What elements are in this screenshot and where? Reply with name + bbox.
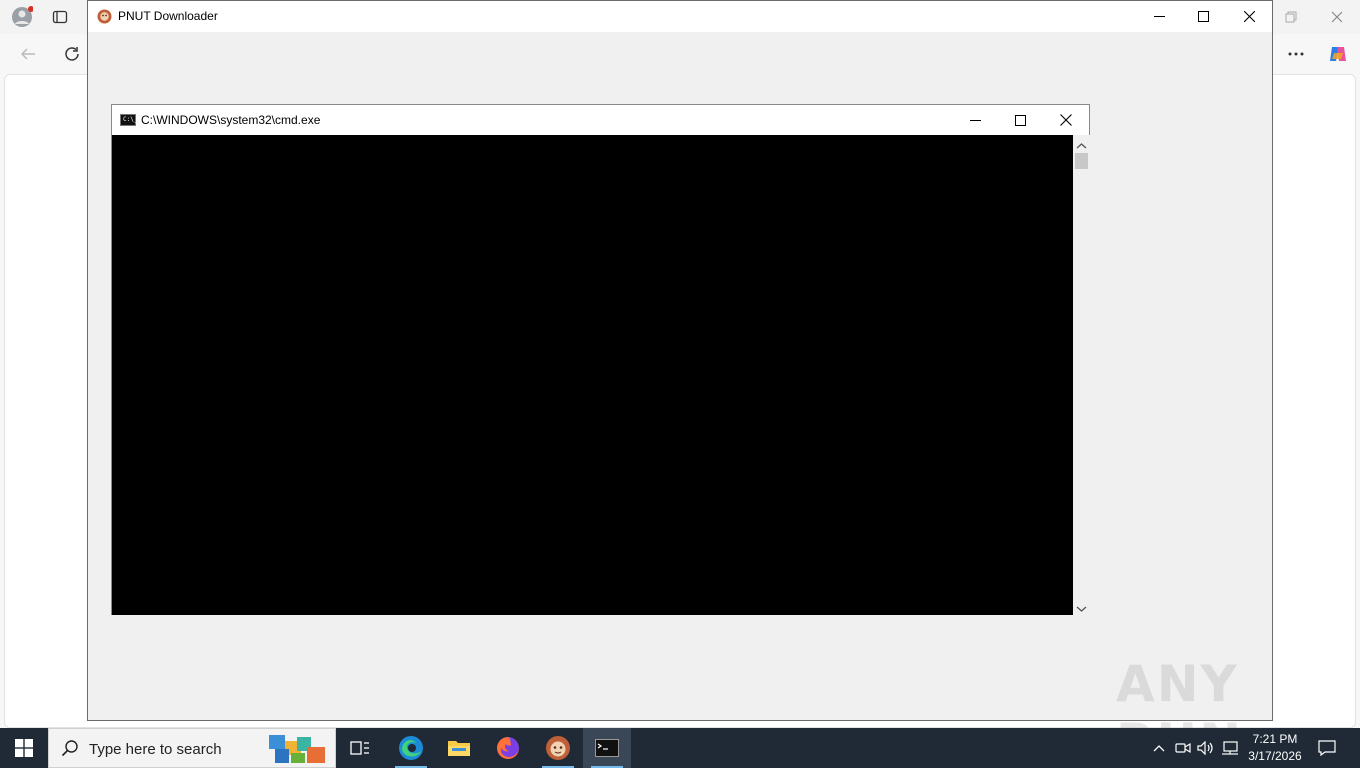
copilot-icon[interactable]	[1325, 41, 1351, 67]
search-icon	[61, 739, 79, 760]
cmd-minimize-button[interactable]	[952, 105, 998, 135]
pnut-minimize-button[interactable]	[1136, 1, 1182, 32]
close-icon	[1060, 114, 1072, 126]
meet-now-icon[interactable]	[1173, 738, 1193, 758]
tab-actions-icon[interactable]	[50, 7, 70, 27]
cmd-window-title: C:\WINDOWS\system32\cmd.exe	[141, 113, 321, 127]
maximize-icon	[1014, 114, 1026, 126]
pnut-app-icon	[97, 9, 112, 24]
cmd-window: C:\_ C:\WINDOWS\system32\cmd.exe	[111, 104, 1090, 615]
notification-icon[interactable]	[1317, 738, 1337, 758]
scroll-down-arrow-icon[interactable]	[1076, 602, 1087, 616]
file-explorer-icon	[448, 741, 470, 756]
volume-icon[interactable]	[1196, 738, 1216, 758]
refresh-icon[interactable]	[60, 42, 84, 66]
firefox-icon	[497, 737, 519, 759]
pnut-maximize-button[interactable]	[1180, 1, 1226, 32]
cmd-maximize-button[interactable]	[997, 105, 1043, 135]
taskbar-firefox[interactable]	[484, 728, 532, 768]
cmd-console-output[interactable]	[112, 135, 1073, 615]
edge-icon	[399, 736, 423, 760]
taskbar-cmd[interactable]	[583, 728, 631, 768]
cmd-titlebar[interactable]: C:\_ C:\WINDOWS\system32\cmd.exe	[112, 105, 1089, 135]
minimize-icon	[1153, 16, 1165, 17]
restore-icon[interactable]	[1280, 6, 1302, 28]
pnut-titlebar[interactable]: PNUT Downloader	[88, 1, 1272, 32]
taskbar-search-box[interactable]: Type here to search	[48, 728, 336, 768]
search-placeholder: Type here to search	[89, 741, 222, 758]
network-icon[interactable]	[1220, 738, 1240, 758]
scroll-up-arrow-icon[interactable]	[1076, 139, 1087, 153]
task-view-button[interactable]	[336, 728, 384, 768]
maximize-icon	[1197, 11, 1209, 22]
taskbar-pnut[interactable]	[534, 728, 582, 768]
cmd-close-button[interactable]	[1043, 105, 1089, 135]
cmd-scrollbar[interactable]	[1073, 135, 1090, 615]
profile-icon[interactable]	[10, 5, 34, 29]
pnut-window-title: PNUT Downloader	[118, 9, 218, 23]
pnut-close-button[interactable]	[1226, 1, 1272, 32]
back-icon[interactable]	[16, 42, 40, 66]
close-icon[interactable]	[1326, 6, 1348, 28]
cmd-icon-text: C:\_	[123, 116, 138, 123]
minimize-icon	[969, 119, 981, 121]
more-icon[interactable]	[1284, 42, 1308, 66]
cmd-app-icon	[595, 739, 619, 757]
task-view-icon	[350, 741, 369, 755]
clock-time: 7:21 PM	[1252, 732, 1298, 746]
taskbar-clock[interactable]: 7:21 PM 3/17/2026	[1240, 731, 1310, 765]
taskbar-edge[interactable]	[387, 728, 435, 768]
start-button[interactable]	[0, 728, 48, 768]
scroll-thumb[interactable]	[1075, 153, 1088, 169]
windows-start-icon	[15, 739, 33, 757]
clock-date: 3/17/2026	[1248, 749, 1302, 763]
pnut-app-icon	[546, 736, 570, 760]
chevron-up-icon[interactable]	[1149, 738, 1169, 758]
close-icon	[1243, 11, 1255, 22]
taskbar-file-explorer[interactable]	[435, 728, 483, 768]
taskbar: Type here to search 7:21 PM 3/17/2026	[0, 728, 1360, 768]
search-highlight-icon	[267, 731, 329, 768]
cmd-icon: C:\_	[120, 114, 138, 126]
